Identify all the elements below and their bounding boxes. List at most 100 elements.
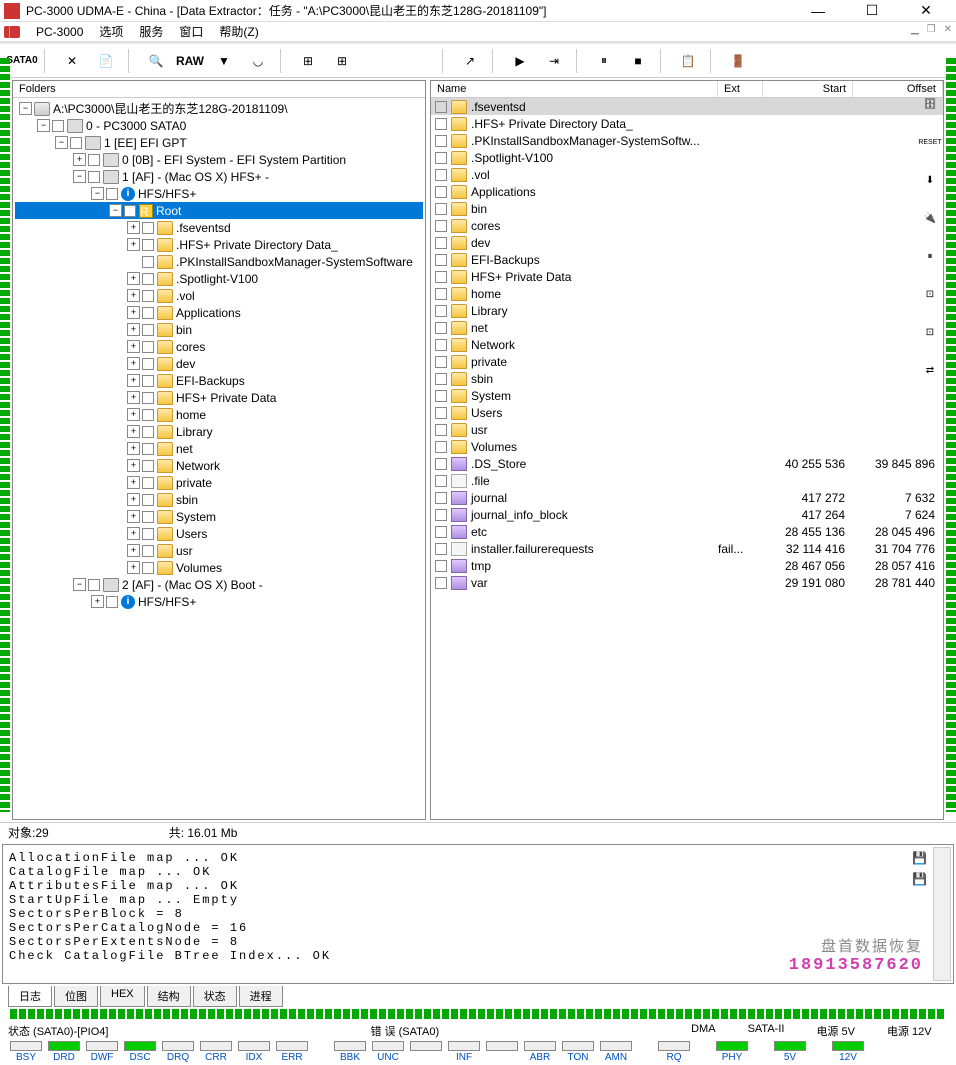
list-checkbox[interactable]: [435, 288, 447, 300]
list-row[interactable]: Library: [431, 302, 943, 319]
tree-row[interactable]: +Users: [15, 525, 423, 542]
tb-sata[interactable]: SATA0: [8, 47, 36, 75]
tree-expander[interactable]: −: [37, 119, 50, 132]
tree-checkbox[interactable]: [88, 171, 100, 183]
tree-checkbox[interactable]: [142, 426, 154, 438]
list-checkbox[interactable]: [435, 237, 447, 249]
list-checkbox[interactable]: [435, 135, 447, 147]
list-checkbox[interactable]: [435, 475, 447, 487]
tree-row[interactable]: +bin: [15, 321, 423, 338]
tree-checkbox[interactable]: [142, 324, 154, 336]
rtb-pause-icon[interactable]: ⏸: [918, 244, 942, 268]
list-checkbox[interactable]: [435, 152, 447, 164]
tree-row[interactable]: −2 [AF] - (Mac OS X) Boot -: [15, 576, 423, 593]
tree-expander[interactable]: −: [91, 187, 104, 200]
mdi-minimize[interactable]: ▁: [911, 24, 919, 35]
tree-checkbox[interactable]: [142, 290, 154, 302]
tree-checkbox[interactable]: [106, 596, 118, 608]
list-checkbox[interactable]: [435, 458, 447, 470]
tree-row[interactable]: +home: [15, 406, 423, 423]
list-row[interactable]: journal417 2727 632: [431, 489, 943, 506]
list-checkbox[interactable]: [435, 543, 447, 555]
menu-help[interactable]: 帮助(Z): [219, 23, 258, 40]
tree-expander[interactable]: +: [127, 527, 140, 540]
list-row[interactable]: home: [431, 285, 943, 302]
list-checkbox[interactable]: [435, 203, 447, 215]
tb-binoculars-icon[interactable]: 🔍: [142, 47, 170, 75]
log-tab-struct[interactable]: 结构: [147, 986, 191, 1007]
list-row[interactable]: .fseventsd: [431, 98, 943, 115]
tree-checkbox[interactable]: [142, 409, 154, 421]
list-checkbox[interactable]: [435, 101, 447, 113]
tree-checkbox[interactable]: [88, 154, 100, 166]
list-row[interactable]: usr: [431, 421, 943, 438]
tb-raw[interactable]: RAW: [176, 47, 204, 75]
list-row[interactable]: cores: [431, 217, 943, 234]
tb-step-icon[interactable]: ⇥: [540, 47, 568, 75]
list-row[interactable]: .Spotlight-V100: [431, 149, 943, 166]
tree-row[interactable]: +.fseventsd: [15, 219, 423, 236]
tree-checkbox[interactable]: [142, 358, 154, 370]
tb-filter-icon[interactable]: ▼: [210, 47, 238, 75]
menu-window[interactable]: 窗口: [179, 23, 203, 40]
menu-options[interactable]: 选项: [99, 23, 123, 40]
tree-row[interactable]: .PKInstallSandboxManager-SystemSoftware: [15, 253, 423, 270]
tree-expander[interactable]: +: [127, 289, 140, 302]
tree-checkbox[interactable]: [142, 528, 154, 540]
tree-row[interactable]: +HFS+ Private Data: [15, 389, 423, 406]
tree-expander[interactable]: +: [127, 272, 140, 285]
tb-export-icon[interactable]: ↗: [456, 47, 484, 75]
rtb-reset[interactable]: RESET: [918, 130, 942, 154]
list-row[interactable]: private: [431, 353, 943, 370]
tb-tools-icon[interactable]: ✕: [58, 47, 86, 75]
list-row[interactable]: etc28 455 13628 045 496: [431, 523, 943, 540]
tree-expander[interactable]: −: [55, 136, 68, 149]
log-save2-icon[interactable]: 💾: [912, 872, 929, 887]
tree-checkbox[interactable]: [142, 273, 154, 285]
list-checkbox[interactable]: [435, 305, 447, 317]
list-row[interactable]: net: [431, 319, 943, 336]
tree-checkbox[interactable]: [142, 375, 154, 387]
tree-row[interactable]: −1 [AF] - (Mac OS X) HFS+ -: [15, 168, 423, 185]
list-row[interactable]: .PKInstallSandboxManager-SystemSoftw...: [431, 132, 943, 149]
tree-checkbox[interactable]: [142, 222, 154, 234]
tb-hopper-icon[interactable]: ◡: [244, 47, 272, 75]
list-row[interactable]: Applications: [431, 183, 943, 200]
rtb-db-icon[interactable]: 🗄: [918, 92, 942, 116]
list-checkbox[interactable]: [435, 373, 447, 385]
tb-play-icon[interactable]: ▶: [506, 47, 534, 75]
tree-expander[interactable]: +: [127, 374, 140, 387]
tree-expander[interactable]: +: [127, 340, 140, 353]
list-row[interactable]: .DS_Store40 255 53639 845 896: [431, 455, 943, 472]
tree-checkbox[interactable]: [142, 511, 154, 523]
list-row[interactable]: sbin: [431, 370, 943, 387]
rtb-adjust-icon[interactable]: ⇄: [918, 358, 942, 382]
tree-expander[interactable]: +: [127, 238, 140, 251]
rtb-plug-icon[interactable]: 🔌: [918, 206, 942, 230]
col-start[interactable]: Start: [763, 81, 853, 97]
tree-checkbox[interactable]: [142, 545, 154, 557]
rtb-pin-icon[interactable]: ⬇: [918, 168, 942, 192]
tree-checkbox[interactable]: [142, 341, 154, 353]
tree-checkbox[interactable]: [142, 562, 154, 574]
tb-doc-icon[interactable]: 📄: [92, 47, 120, 75]
list-row[interactable]: .vol: [431, 166, 943, 183]
tree-row[interactable]: +cores: [15, 338, 423, 355]
menu-app[interactable]: PC-3000: [36, 25, 83, 39]
log-tab-status[interactable]: 状态: [193, 986, 237, 1007]
tree-row[interactable]: +System: [15, 508, 423, 525]
list-checkbox[interactable]: [435, 509, 447, 521]
tree-row[interactable]: −iHFS/HFS+: [15, 185, 423, 202]
tree-checkbox[interactable]: [142, 460, 154, 472]
file-list[interactable]: .fseventsd.HFS+ Private Directory Data_.…: [431, 98, 943, 819]
tree-expander[interactable]: −: [73, 170, 86, 183]
list-row[interactable]: .file: [431, 472, 943, 489]
list-row[interactable]: Volumes: [431, 438, 943, 455]
col-ext[interactable]: Ext: [718, 81, 763, 97]
list-checkbox[interactable]: [435, 169, 447, 181]
tree-row[interactable]: +dev: [15, 355, 423, 372]
tree-expander[interactable]: +: [127, 391, 140, 404]
log-tab-log[interactable]: 日志: [8, 986, 52, 1007]
folder-tree[interactable]: −A:\PC3000\昆山老王的东芝128G-20181109\−0 - PC3…: [13, 98, 425, 819]
tree-checkbox[interactable]: [106, 188, 118, 200]
